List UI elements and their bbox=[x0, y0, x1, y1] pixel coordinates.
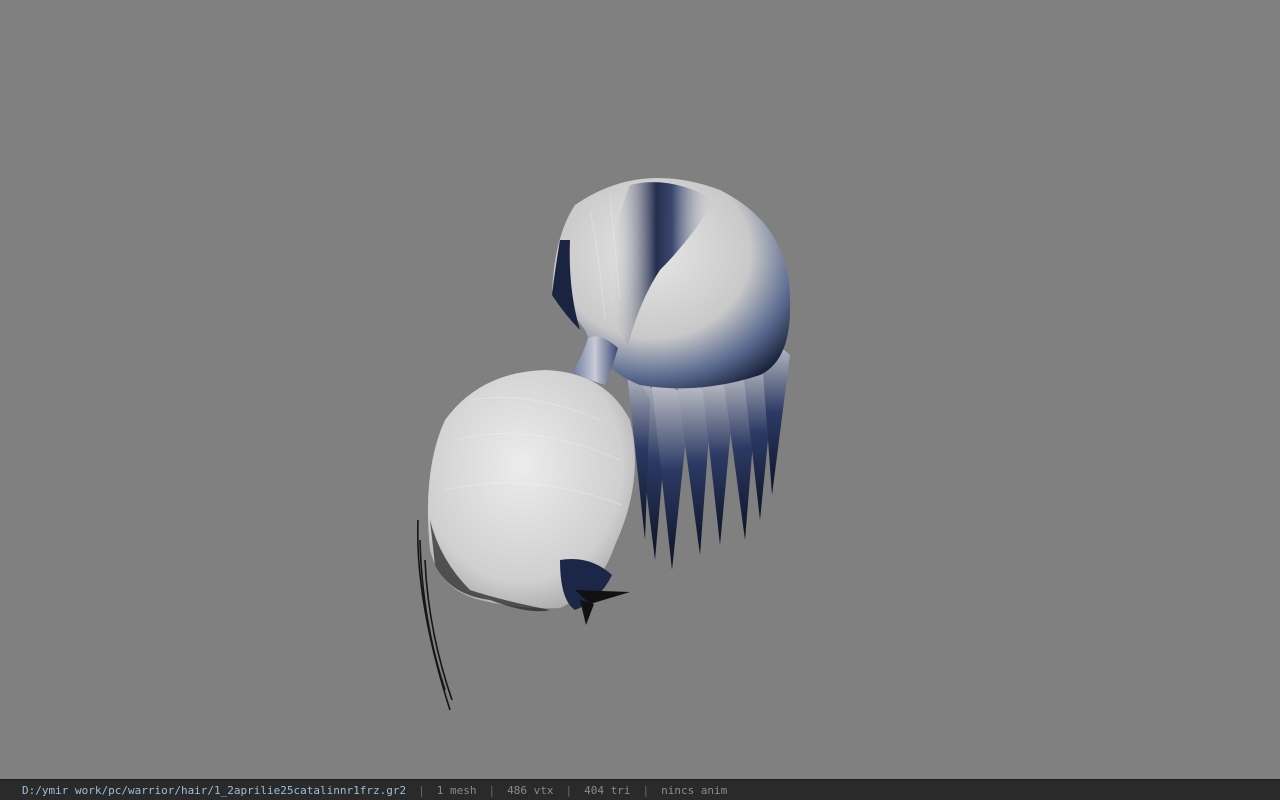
hair-model-render bbox=[416, 178, 791, 711]
separator: | bbox=[418, 783, 425, 797]
separator: | bbox=[642, 783, 650, 797]
animation-status-text: nincs anim bbox=[661, 783, 728, 797]
3d-viewport[interactable] bbox=[0, 0, 1280, 779]
separator: | bbox=[565, 783, 573, 797]
front-hair-volume bbox=[427, 370, 635, 625]
triangle-count-text: 404 tri bbox=[584, 783, 631, 797]
mesh-count-text: 1 mesh bbox=[436, 783, 477, 797]
vertex-count-text: 486 vtx bbox=[507, 783, 554, 797]
separator: | bbox=[488, 783, 496, 797]
status-bar: D:/ymir work/pc/warrior/hair/1_2aprilie2… bbox=[0, 779, 1280, 800]
file-path-text: D:/ymir work/pc/warrior/hair/1_2aprilie2… bbox=[22, 783, 407, 797]
